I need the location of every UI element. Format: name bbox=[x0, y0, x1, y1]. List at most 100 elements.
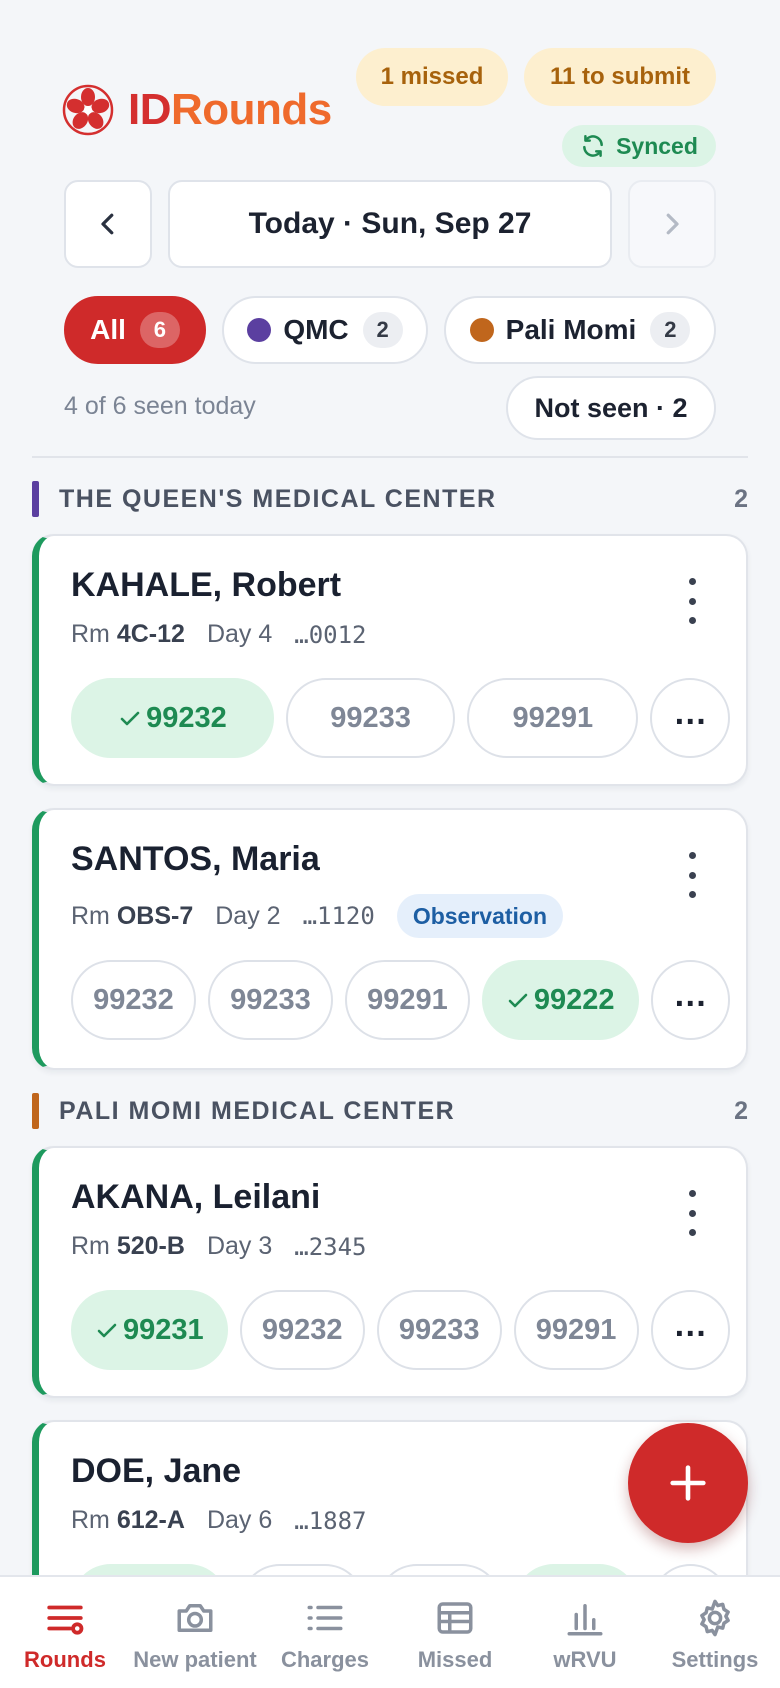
chevron-left-icon bbox=[101, 213, 114, 235]
to-submit-badge[interactable]: 11 to submit bbox=[524, 48, 716, 106]
filter-all[interactable]: All 6 bbox=[64, 296, 206, 364]
more-options-icon[interactable] bbox=[682, 578, 702, 624]
section-header-pali-momi: PALI MOMI MEDICAL CENTER 2 bbox=[32, 1093, 748, 1129]
hospital-day: Day 6 bbox=[206, 1506, 273, 1534]
patient-meta: Rm 612-A Day 6 …1887 bbox=[71, 1506, 367, 1535]
code-chip[interactable]: 99291 bbox=[344, 960, 470, 1040]
filter-label: All bbox=[90, 314, 126, 345]
mrn: …1887 bbox=[294, 1506, 367, 1535]
billing-codes bbox=[71, 1564, 730, 1575]
code-chip-selected[interactable]: 99222 bbox=[481, 960, 639, 1040]
code-chip[interactable]: 99232 bbox=[239, 1290, 365, 1370]
room: Rm 612-A bbox=[71, 1506, 185, 1534]
patient-card[interactable]: SANTOS, Maria Rm OBS-7 Day 2 …1120 Obser… bbox=[32, 808, 748, 1070]
mrn: …1120 bbox=[302, 902, 375, 930]
patient-card[interactable]: AKANA, Leilani Rm 520-B Day 3 …2345 9923… bbox=[32, 1146, 748, 1398]
filter-label: QMC bbox=[283, 314, 349, 345]
code-chip[interactable]: 99233 bbox=[286, 678, 456, 758]
gear-icon bbox=[700, 1599, 730, 1637]
add-patient-fab[interactable] bbox=[628, 1423, 748, 1543]
section-color-bar bbox=[32, 481, 39, 517]
qmc-color-dot bbox=[247, 318, 272, 342]
tab-charges[interactable]: Charges bbox=[260, 1577, 390, 1688]
section-name: THE QUEEN'S MEDICAL CENTER bbox=[59, 484, 497, 513]
patient-meta: Rm 4C-12 Day 4 …0012 bbox=[71, 620, 367, 649]
tab-new-patient[interactable]: New patient bbox=[130, 1577, 260, 1688]
patient-name: SANTOS, Maria bbox=[71, 840, 320, 878]
billing-codes: 99231 99232 99233 99291 … bbox=[71, 1290, 730, 1370]
code-chip[interactable]: 99291 bbox=[467, 678, 639, 758]
plus-icon bbox=[670, 1465, 706, 1501]
mrn: …0012 bbox=[294, 620, 367, 649]
room: Rm 520-B bbox=[71, 1232, 185, 1260]
bar-chart-icon bbox=[567, 1604, 603, 1636]
more-codes-button[interactable]: … bbox=[650, 960, 730, 1040]
more-options-icon[interactable] bbox=[682, 852, 702, 898]
patient-name: DOE, Jane bbox=[71, 1452, 242, 1490]
filter-count: 2 bbox=[650, 312, 691, 348]
chevron-right-icon bbox=[666, 213, 679, 235]
room: Rm OBS-7 bbox=[71, 901, 194, 930]
patient-meta: Rm OBS-7 Day 2 …1120 Observation bbox=[71, 894, 564, 938]
room: Rm 4C-12 bbox=[71, 620, 185, 648]
camera-icon bbox=[177, 1604, 213, 1632]
pali-momi-color-dot bbox=[469, 318, 494, 342]
tab-rounds[interactable]: Rounds bbox=[0, 1577, 130, 1688]
hospital-day: Day 4 bbox=[206, 620, 273, 648]
list-icon bbox=[307, 1605, 343, 1631]
filter-pali-momi[interactable]: Pali Momi 2 bbox=[444, 296, 716, 364]
section-header-qmc: THE QUEEN'S MEDICAL CENTER 2 bbox=[32, 481, 748, 517]
tab-missed[interactable]: Missed bbox=[390, 1577, 520, 1688]
filter-count: 2 bbox=[362, 312, 403, 348]
filter-label: Pali Momi bbox=[505, 314, 637, 345]
app-logo: IDRounds bbox=[62, 84, 332, 136]
not-seen-filter-button[interactable]: Not seen · 2 bbox=[506, 376, 716, 440]
filter-count: 6 bbox=[139, 312, 180, 348]
filter-qmc[interactable]: QMC 2 bbox=[222, 296, 428, 364]
rounds-icon bbox=[47, 1605, 84, 1635]
hospital-day: Day 2 bbox=[215, 901, 281, 930]
section-count: 2 bbox=[734, 1096, 748, 1125]
patient-card[interactable]: KAHALE, Robert Rm 4C-12 Day 4 …0012 9923… bbox=[32, 534, 748, 786]
mrn: …2345 bbox=[294, 1232, 367, 1261]
current-date[interactable]: Today · Sun, Sep 27 bbox=[168, 180, 612, 268]
patient-name: KAHALE, Robert bbox=[71, 566, 342, 604]
code-chip[interactable]: 99233 bbox=[207, 960, 333, 1040]
more-codes-button[interactable] bbox=[650, 1564, 730, 1575]
code-chip-selected[interactable]: 99231 bbox=[71, 1290, 228, 1370]
section-name: PALI MOMI MEDICAL CENTER bbox=[59, 1096, 456, 1125]
sync-status-label: Synced bbox=[616, 132, 698, 159]
next-day-button[interactable] bbox=[628, 180, 716, 268]
more-options-icon[interactable] bbox=[682, 1190, 702, 1236]
code-chip-selected[interactable] bbox=[71, 1564, 228, 1575]
patient-name: AKANA, Leilani bbox=[71, 1178, 321, 1216]
rounds-screen: IDRounds 1 missed 11 to submit Synced To… bbox=[0, 0, 780, 1575]
previous-day-button[interactable] bbox=[64, 180, 152, 268]
check-icon bbox=[97, 1323, 117, 1338]
billing-codes: 99232 99233 99291 99222 … bbox=[71, 960, 730, 1040]
section-color-bar bbox=[32, 1093, 39, 1129]
missed-badge[interactable]: 1 missed bbox=[356, 48, 508, 106]
divider bbox=[32, 456, 748, 458]
code-chip[interactable] bbox=[239, 1564, 365, 1575]
hospital-day: Day 3 bbox=[206, 1232, 273, 1260]
table-icon bbox=[437, 1602, 473, 1634]
tab-settings[interactable]: Settings bbox=[650, 1577, 780, 1688]
check-icon bbox=[508, 993, 528, 1008]
more-codes-button[interactable]: … bbox=[650, 678, 730, 758]
bottom-navigation: Rounds New patient Charges Missed wRVU S… bbox=[0, 1575, 780, 1688]
refresh-icon bbox=[583, 135, 603, 157]
code-chip[interactable]: 99291 bbox=[513, 1290, 639, 1370]
hibiscus-logo-icon bbox=[62, 84, 114, 136]
code-chip-selected[interactable]: 99232 bbox=[71, 678, 275, 758]
more-codes-button[interactable]: … bbox=[650, 1290, 730, 1370]
billing-codes: 99232 99233 99291 … bbox=[71, 678, 730, 758]
sync-status[interactable]: Synced bbox=[562, 125, 716, 167]
tab-wrvu[interactable]: wRVU bbox=[520, 1577, 650, 1688]
app-name: IDRounds bbox=[128, 85, 332, 134]
status-badge: Observation bbox=[396, 894, 564, 938]
code-chip[interactable]: 99233 bbox=[376, 1290, 502, 1370]
code-chip-selected[interactable] bbox=[513, 1564, 639, 1575]
code-chip[interactable] bbox=[376, 1564, 502, 1575]
code-chip[interactable]: 99232 bbox=[71, 960, 196, 1040]
